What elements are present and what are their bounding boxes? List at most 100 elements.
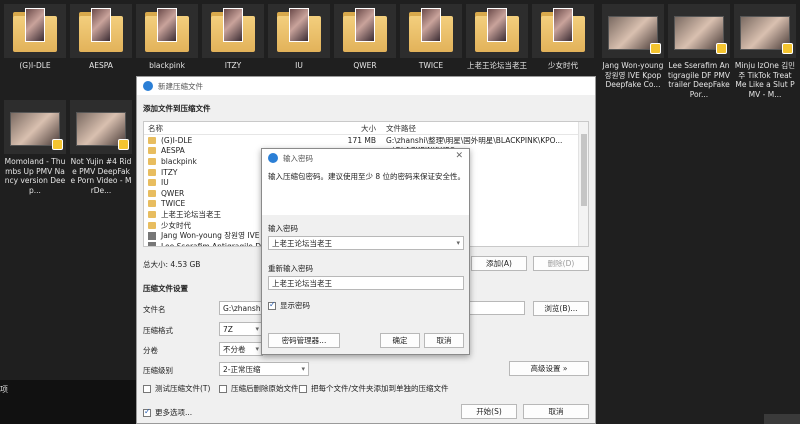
video-tile[interactable]: Momoland - Thumbs Up PMV Nancy version D… <box>4 100 66 195</box>
checkbox-box[interactable] <box>143 384 151 393</box>
horizontal-scrollbar[interactable] <box>764 414 800 424</box>
enter-password-input[interactable]: 上老王论坛当老王 <box>268 236 464 250</box>
test-archive-checkbox[interactable]: 测试压缩文件(T) <box>143 383 210 394</box>
password-message-area: 输入压缩包密码。建议使用至少 8 位的密码来保证安全性。 <box>262 167 469 215</box>
folder-tile[interactable]: ITZY <box>202 4 264 71</box>
folder-tile[interactable]: QWER <box>334 4 396 71</box>
tile-label: AESPA <box>89 61 113 70</box>
file-size-cell: 171 MB <box>347 135 376 145</box>
format-select[interactable]: 7Z <box>219 322 263 336</box>
level-select[interactable]: 2-正常压缩 <box>219 362 309 376</box>
media-badge-icon <box>52 139 63 150</box>
dialog-titlebar[interactable]: 新建压缩文件 <box>137 77 595 95</box>
status-text: 项 <box>0 385 8 394</box>
video-tile[interactable]: Lee Sserafim Antigragile DF PMV trailer … <box>668 4 730 99</box>
column-size[interactable]: 大小 <box>344 123 380 134</box>
folder-tile[interactable]: 少女时代 <box>532 4 594 71</box>
folder-icon <box>211 8 255 52</box>
more-options-checkbox[interactable]: 更多选项... <box>143 407 192 418</box>
password-cancel-button[interactable]: 取消 <box>424 333 464 348</box>
folder-icon <box>148 136 156 144</box>
thumbnail <box>466 4 528 58</box>
split-select[interactable]: 不分卷 <box>219 342 263 356</box>
thumbnail <box>202 4 264 58</box>
checkbox-box[interactable] <box>268 300 276 310</box>
folder-tile[interactable]: IU <box>268 4 330 71</box>
tile-label: Minju IzOne 김민주 TikTok Treat Me Like a S… <box>734 61 796 99</box>
thumbnail <box>268 4 330 58</box>
tile-label: Not Yujin #4 Ride PMV DeepFake Porn Vide… <box>70 157 132 195</box>
folder-icon <box>148 200 156 208</box>
tile-label: Jang Won-young 장원영 IVE Kpop Deepfake Co.… <box>602 61 664 89</box>
tile-label: Lee Sserafim Antigragile DF PMV trailer … <box>668 61 730 99</box>
video-tile[interactable]: Minju IzOne 김민주 TikTok Treat Me Like a S… <box>734 4 796 99</box>
tile-label: (G)I-DLE <box>19 61 51 70</box>
folder-tile[interactable]: TWICE <box>400 4 462 71</box>
column-path[interactable]: 文件路径 <box>380 123 576 134</box>
split-label: 分卷 <box>143 346 158 355</box>
folder-tile[interactable]: 上老王论坛当老王 <box>466 4 528 71</box>
list-item[interactable]: (G)I-DLE 171 MB G:\zhanshi\整理\明星\国外明星\BLAC… <box>144 135 588 146</box>
video-tile[interactable]: Not Yujin #4 Ride PMV DeepFake Porn Vide… <box>70 100 132 195</box>
separate-archives-checkbox[interactable]: 把每个文件/文件夹添加到单独的压缩文件 <box>299 383 449 394</box>
filename-label: 文件名 <box>143 305 166 314</box>
show-password-checkbox[interactable]: 显示密码 <box>268 300 310 311</box>
password-dialog-title: 输入密码 <box>283 153 313 163</box>
reenter-password-input[interactable]: 上老王论坛当老王 <box>268 276 464 290</box>
folder-icon <box>148 221 156 229</box>
file-name-cell: (G)I-DLE <box>144 136 344 145</box>
folder-tile[interactable]: (G)I-DLE <box>4 4 66 71</box>
status-area: 项 <box>0 380 136 424</box>
tile-label: 上老王论坛当老王 <box>467 61 527 70</box>
delete-button[interactable]: 删除(D) <box>533 256 589 271</box>
password-dialog: 输入密码 ✕ 输入压缩包密码。建议使用至少 8 位的密码来保证安全性。 输入密码… <box>261 148 470 355</box>
thumbnail <box>734 4 796 58</box>
dialog-title: 新建压缩文件 <box>158 81 203 91</box>
password-message: 输入压缩包密码。建议使用至少 8 位的密码来保证安全性。 <box>268 172 466 181</box>
level-label: 压缩级别 <box>143 366 173 375</box>
column-name[interactable]: 名称 <box>144 123 344 134</box>
add-button[interactable]: 添加(A) <box>471 256 527 271</box>
folder-icon <box>475 8 519 52</box>
scrollbar-thumb[interactable] <box>581 134 587 206</box>
checkbox-box[interactable] <box>299 384 307 393</box>
thumbnail <box>70 4 132 58</box>
format-label: 压缩格式 <box>143 326 173 335</box>
video-file-icon <box>148 231 156 240</box>
folder-icon <box>13 8 57 52</box>
tile-label: ITZY <box>224 61 242 70</box>
tile-label: TWICE <box>418 61 444 70</box>
start-button[interactable]: 开始(S) <box>461 404 517 419</box>
thumbnail <box>400 4 462 58</box>
advanced-settings-button[interactable]: 高级设置 » <box>509 361 589 376</box>
media-badge-icon <box>650 43 661 54</box>
thumbnail <box>532 4 594 58</box>
cancel-button[interactable]: 取消 <box>523 404 589 419</box>
folder-icon <box>148 179 156 187</box>
ok-button[interactable]: 确定 <box>380 333 420 348</box>
thumbnail <box>136 4 198 58</box>
folder-tile[interactable]: blackpink <box>136 4 198 71</box>
folder-tile[interactable]: AESPA <box>70 4 132 71</box>
thumbnail <box>334 4 396 58</box>
tile-label: 少女时代 <box>548 61 578 70</box>
tile-label: blackpink <box>149 61 185 70</box>
file-list-header: 名称 大小 文件路径 <box>144 122 588 135</box>
password-manager-button[interactable]: 密码管理器... <box>268 333 340 348</box>
close-icon[interactable]: ✕ <box>455 151 463 161</box>
video-tile[interactable]: Jang Won-young 장원영 IVE Kpop Deepfake Co.… <box>602 4 664 90</box>
password-dialog-titlebar[interactable]: 输入密码 ✕ <box>262 149 469 167</box>
folder-icon <box>343 8 387 52</box>
folder-icon <box>148 210 156 218</box>
browse-button[interactable]: 浏览(B)... <box>533 301 589 316</box>
media-badge-icon <box>118 139 129 150</box>
folder-icon <box>541 8 585 52</box>
media-badge-icon <box>716 43 727 54</box>
checkbox-box[interactable] <box>219 384 227 393</box>
thumbnail <box>668 4 730 58</box>
checkbox-box[interactable] <box>143 407 151 417</box>
delete-after-checkbox[interactable]: 压缩后删除原始文件 <box>219 383 299 394</box>
thumbnail <box>602 4 664 58</box>
tile-label: Momoland - Thumbs Up PMV Nancy version D… <box>4 157 66 195</box>
file-list-scrollbar[interactable] <box>578 122 588 246</box>
